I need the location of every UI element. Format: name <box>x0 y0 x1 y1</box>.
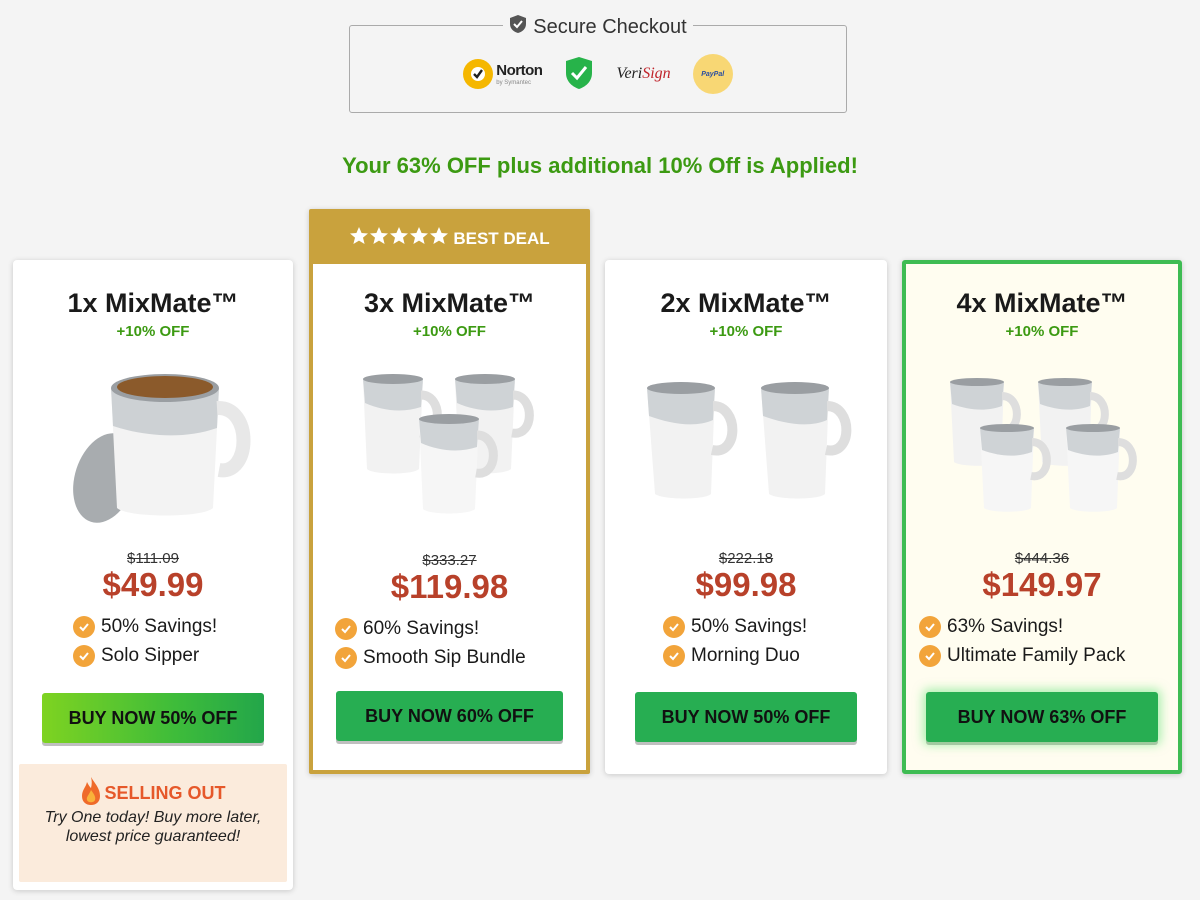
sale-price: $99.98 <box>695 566 797 603</box>
sale-price: $49.99 <box>102 566 204 603</box>
selling-out-text: Try One today! Buy more later, lowest pr… <box>44 809 262 845</box>
secure-checkout-box: Secure Checkout Norton by Symantec VeriS… <box>349 14 847 113</box>
product-image <box>13 358 293 528</box>
original-price: $444.36 <box>1014 550 1070 567</box>
check-icon <box>919 645 941 667</box>
green-shield-icon <box>564 56 594 92</box>
savings-bullet: 63% Savings! <box>919 616 1063 638</box>
card-title: 2x MixMate™ <box>660 288 832 318</box>
offer-card-4x: 4x MixMate™ +10% OFF $444.36 $149.97 63%… <box>902 260 1182 774</box>
norton-badge: Norton by Symantec <box>463 59 543 89</box>
check-icon <box>73 616 95 638</box>
check-icon <box>919 616 941 638</box>
best-deal-label: BEST DEAL <box>453 228 550 248</box>
product-image <box>906 370 1178 518</box>
original-price: $333.27 <box>422 552 477 569</box>
verisign-badge: VeriSign <box>616 65 671 82</box>
buy-now-button[interactable]: BUY NOW 50% OFF <box>635 692 857 742</box>
product-image <box>605 370 887 510</box>
bundle-name-bullet: Ultimate Family Pack <box>919 645 1125 667</box>
offer-card-1x: 1x MixMate™ +10% OFF $111.09 $49.99 50% … <box>13 260 293 890</box>
savings-bullet: 60% Savings! <box>335 618 479 640</box>
trust-badges: Norton by Symantec VeriSign PayPal <box>350 54 846 94</box>
offer-card-3x: BEST DEAL 3x MixMate™ +10% OFF $333.27 $… <box>309 209 590 774</box>
norton-check-icon <box>463 59 494 89</box>
discount-applied-banner: Your 63% OFF plus additional 10% Off is … <box>342 153 858 178</box>
bundle-name-bullet: Morning Duo <box>663 645 800 667</box>
savings-bullet: 50% Savings! <box>663 616 807 638</box>
card-discount: +10% OFF <box>1005 323 1079 340</box>
savings-bullet: 50% Savings! <box>73 616 217 638</box>
check-icon <box>73 645 95 667</box>
selling-out-title: SELLING OUT <box>104 783 226 803</box>
sale-price: $149.97 <box>982 566 1102 603</box>
bundle-name-bullet: Smooth Sip Bundle <box>335 647 526 669</box>
card-discount: +10% OFF <box>413 323 486 340</box>
offer-card-2x: 2x MixMate™ +10% OFF $222.18 $99.98 50% … <box>605 260 887 774</box>
card-title: 1x MixMate™ <box>67 288 239 318</box>
product-image <box>313 361 586 521</box>
check-icon <box>335 647 357 669</box>
shield-icon <box>509 14 527 40</box>
buy-now-button[interactable]: BUY NOW 60% OFF <box>336 691 563 741</box>
check-icon <box>335 618 357 640</box>
buy-now-button[interactable]: BUY NOW 50% OFF <box>42 693 264 743</box>
original-price: $222.18 <box>718 550 774 567</box>
card-discount: +10% OFF <box>116 323 190 340</box>
original-price: $111.09 <box>127 550 179 567</box>
check-icon <box>663 645 685 667</box>
fire-icon <box>81 776 101 811</box>
paypal-badge: PayPal <box>692 54 733 94</box>
sale-price: $119.98 <box>390 568 509 605</box>
best-deal-ribbon: BEST DEAL <box>313 213 586 264</box>
five-stars-icon <box>349 226 449 251</box>
secure-checkout-title: Secure Checkout <box>533 15 687 38</box>
card-title: 3x MixMate™ <box>363 288 536 318</box>
buy-now-button[interactable]: BUY NOW 63% OFF <box>926 692 1158 742</box>
bundle-name-bullet: Solo Sipper <box>73 645 199 667</box>
card-title: 4x MixMate™ <box>956 288 1128 318</box>
selling-out-notice: SELLING OUT Try One today! Buy more late… <box>19 764 287 882</box>
card-discount: +10% OFF <box>709 323 783 340</box>
check-icon <box>663 616 685 638</box>
